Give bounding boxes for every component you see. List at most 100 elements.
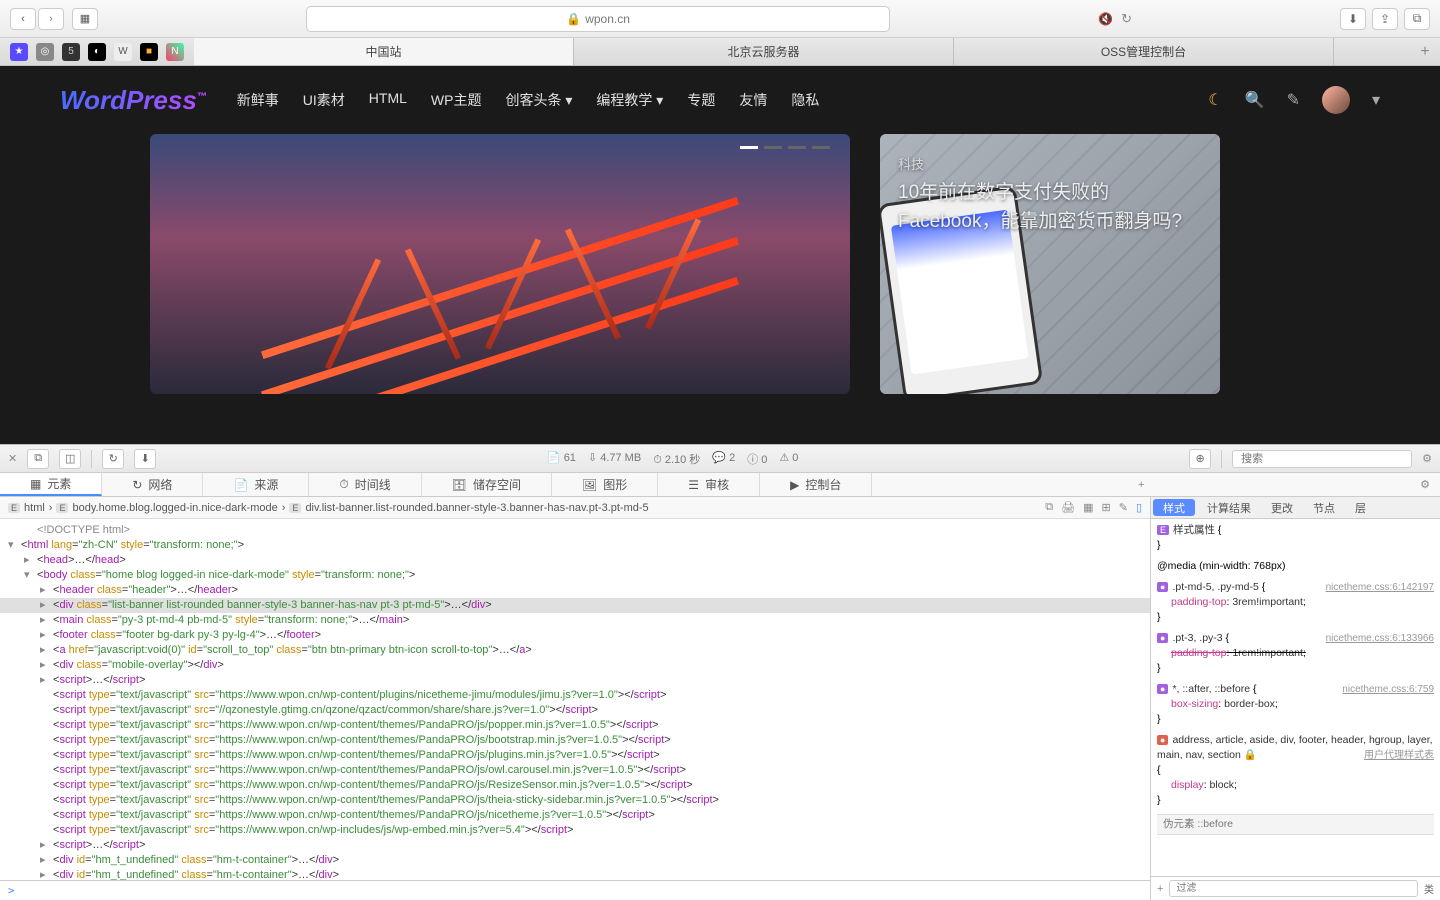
close-icon[interactable]: ✕ [8,452,17,465]
dom-tree-line[interactable]: ▸ <div class="mobile-overlay"></div> [0,658,1150,673]
reload-icon[interactable]: ↻ [1121,11,1132,27]
favicon[interactable]: ◎ [36,43,54,61]
dom-tree-line[interactable]: <script type="text/javascript" src="http… [0,688,1150,703]
moon-icon[interactable]: ☾ [1208,90,1222,110]
dom-tree-line[interactable]: <script type="text/javascript" src="http… [0,763,1150,778]
favicon[interactable]: ■ [140,43,158,61]
dom-tree-line[interactable]: <script type="text/javascript" src="http… [0,778,1150,793]
dom-tree-line[interactable]: ▸ <footer class="footer bg-dark py-3 py-… [0,628,1150,643]
nav-item[interactable]: 隐私 [791,90,819,110]
dom-tree-line[interactable]: ▸ <div id="hm_t_undefined" class="hm-t-c… [0,868,1150,880]
style-tab-styles[interactable]: 样式 [1153,499,1195,516]
dom-tree-line[interactable]: ▾ <body class="home blog logged-in nice-… [0,568,1150,583]
tab-sources[interactable]: 📄 来源 [203,473,309,496]
target-button[interactable]: ⊕ [1189,449,1211,469]
edit-icon[interactable]: ✎ [1119,501,1128,514]
filter-input[interactable] [1169,880,1418,897]
downloads-button[interactable]: ⬇ [1340,8,1366,30]
favicon[interactable]: ★ [10,43,28,61]
sidebar-toggle-button[interactable]: ▦ [72,8,98,30]
favicon[interactable]: W [114,43,132,61]
nav-item[interactable]: WP主题 [431,90,482,110]
dom-tree-line[interactable]: ▸ <a href="javascript:void(0)" id="scrol… [0,643,1150,658]
gear-icon[interactable]: ⚙ [1410,473,1440,496]
dom-tree-line[interactable]: ▸ <script>…</script> [0,673,1150,688]
panel-icon[interactable]: ▯ [1136,501,1142,514]
dom-tree-line[interactable]: <script type="text/javascript" src="http… [0,793,1150,808]
grid-icon[interactable]: ⊞ [1102,501,1111,514]
side-card[interactable]: 科技 10年前在数字支付失败的Facebook，能靠加密货币翻身吗? [880,134,1220,394]
tab[interactable]: 北京云服务器 [574,38,954,65]
dom-tree-line[interactable]: ▾ <html lang="zh-CN" style="transform: n… [0,538,1150,553]
tab-audit[interactable]: ☰ 审核 [658,473,760,496]
dom-tree-line[interactable]: <script type="text/javascript" src="http… [0,823,1150,838]
download-button[interactable]: ⬇ [134,449,156,469]
nav-item[interactable]: 编程教学 ▾ [596,90,663,110]
dom-tree-line[interactable]: <script type="text/javascript" src="http… [0,718,1150,733]
avatar[interactable] [1322,86,1350,114]
dom-tree-line[interactable]: <script type="text/javascript" src="//qz… [0,703,1150,718]
style-tab-node[interactable]: 节点 [1303,497,1345,518]
tab-elements[interactable]: ▦ 元素 [0,473,102,496]
split-button[interactable]: ◫ [59,449,81,469]
dom-tree-line[interactable]: ▸ <main class="py-3 pt-md-4 pb-md-5" sty… [0,613,1150,628]
tabs-overview-button[interactable]: ⧉ [1404,8,1430,30]
favicon[interactable]: ◐ [88,43,106,61]
tab-add[interactable]: + [1128,473,1154,496]
nav-item[interactable]: 友情 [739,90,767,110]
tab-timeline[interactable]: ⏱ 时间线 [309,473,421,496]
edit-icon[interactable]: ✎ [1287,90,1300,110]
nav-item[interactable]: 创客头条 ▾ [505,90,572,110]
dom-tree-line[interactable]: <script type="text/javascript" src="http… [0,808,1150,823]
mute-icon[interactable]: 🔇 [1098,12,1113,26]
tab[interactable]: OSS管理控制台 [954,38,1334,65]
tab-storage[interactable]: 🗄 储存空间 [422,473,552,496]
reload-button[interactable]: ↻ [102,449,124,469]
new-tab-button[interactable]: + [1410,43,1440,61]
crumb[interactable]: html [24,502,45,514]
crumb[interactable]: body.home.blog.logged-in.nice-dark-mode [72,502,277,514]
nav-back-button[interactable]: ‹ [10,8,36,30]
favicon[interactable]: N [166,43,184,61]
style-tab-layers[interactable]: 层 [1345,497,1376,518]
dom-tree-line[interactable]: ▸ <head>…</head> [0,553,1150,568]
favicon[interactable]: 5 [62,43,80,61]
style-tab-changes[interactable]: 更改 [1261,497,1303,518]
dock-button[interactable]: ⧉ [27,449,49,469]
dom-tree-line[interactable]: ▸ <script>…</script> [0,838,1150,853]
address-bar[interactable]: 🔒 wpon.cn [306,6,890,32]
devtools-search-input[interactable] [1232,450,1412,468]
dom-tree-line[interactable]: <script type="text/javascript" src="http… [0,733,1150,748]
nav-item[interactable]: 专题 [687,90,715,110]
card-title: 10年前在数字支付失败的Facebook，能靠加密货币翻身吗? [898,179,1202,236]
nav-item[interactable]: 新鲜事 [237,90,279,110]
dom-tree-line[interactable]: ▸ <header class="header">…</header> [0,583,1150,598]
dom-tree[interactable]: <!DOCTYPE html>▾ <html lang="zh-CN" styl… [0,519,1150,880]
add-rule-icon[interactable]: + [1157,883,1163,895]
nav-item[interactable]: HTML [369,90,407,110]
carousel-indicator[interactable] [740,146,830,149]
console-prompt[interactable]: > [0,880,1150,900]
tab-active[interactable]: 中国站 [194,38,574,65]
dom-tree-line[interactable]: <!DOCTYPE html> [0,523,1150,538]
site-logo[interactable]: WordPress™ [60,85,207,116]
crumb[interactable]: div.list-banner.list-rounded.banner-styl… [305,502,648,514]
dom-tree-line[interactable]: ▸ <div id="hm_t_undefined" class="hm-t-c… [0,853,1150,868]
share-button[interactable]: ⇪ [1372,8,1398,30]
dom-tree-line[interactable]: <script type="text/javascript" src="http… [0,748,1150,763]
search-icon[interactable]: 🔍 [1245,90,1265,110]
layout-icon[interactable]: ⧉ [1045,501,1053,514]
tab-console[interactable]: ▶ 控制台 [760,473,872,496]
tab-network[interactable]: ↻ 网络 [102,473,203,496]
styles-body[interactable]: E样式属性 {} @media (min-width: 768px) ●.pt-… [1151,519,1440,876]
nav-forward-button[interactable]: › [38,8,64,30]
style-tab-computed[interactable]: 计算结果 [1197,497,1261,518]
hero-banner[interactable] [150,134,850,394]
print-icon[interactable]: 🖨 [1061,501,1075,514]
tab-graphics[interactable]: 🖼 图形 [552,473,658,496]
flex-icon[interactable]: ▦ [1083,501,1093,514]
dom-tree-line[interactable]: ▸ <div class="list-banner list-rounded b… [0,598,1150,613]
chevron-down-icon[interactable]: ▾ [1372,90,1380,110]
nav-item[interactable]: UI素材 [303,90,345,110]
gear-icon[interactable]: ⚙ [1422,452,1432,465]
